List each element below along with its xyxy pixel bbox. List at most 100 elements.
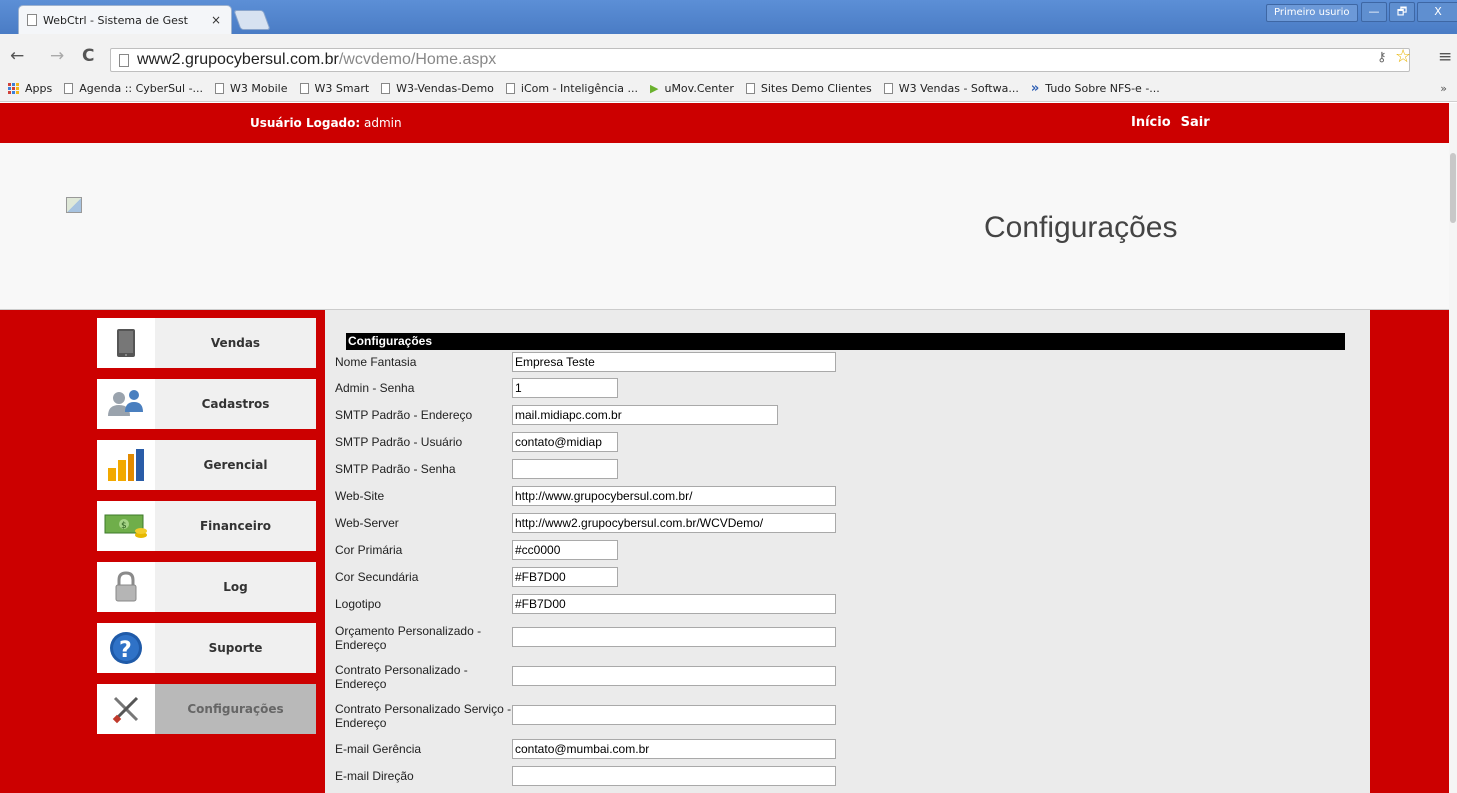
scrollbar-thumb[interactable] xyxy=(1450,153,1456,223)
form-row: Orçamento Personalizado - Endereço xyxy=(335,621,836,652)
email-gerencia-input[interactable] xyxy=(512,739,836,759)
admin-senha-input[interactable] xyxy=(512,378,618,398)
bookmark-label: uMov.Center xyxy=(664,82,734,95)
form-row: SMTP Padrão - Usuário xyxy=(335,432,618,452)
form-row: E-mail Gerência xyxy=(335,739,836,759)
web-site-input[interactable] xyxy=(512,486,836,506)
orcamento-endereco-input[interactable] xyxy=(512,627,836,647)
field-label: Nome Fantasia xyxy=(335,355,417,369)
cor-primaria-input[interactable] xyxy=(512,540,618,560)
sidebar-item-gerencial[interactable]: Gerencial xyxy=(97,440,316,490)
top-bar: Usuário Logado: admin Início Sair xyxy=(0,103,1449,143)
field-label: Orçamento Personalizado - Endereço xyxy=(335,624,482,652)
bookmark-item[interactable]: iCom - Inteligência ... xyxy=(505,82,638,95)
url-host: www2.grupocybersul.com.br xyxy=(137,51,339,68)
profile-button[interactable]: Primeiro usurio xyxy=(1266,4,1358,22)
tools-icon xyxy=(97,684,155,734)
bookmark-label: W3 Vendas - Softwa... xyxy=(898,82,1019,95)
apps-icon xyxy=(8,83,19,94)
reload-icon[interactable]: C xyxy=(82,46,94,66)
sidebar-item-log[interactable]: Log xyxy=(97,562,316,612)
bookmarks-bar: Apps Agenda :: CyberSul -... W3 Mobile W… xyxy=(0,76,1457,102)
bookmark-item[interactable]: W3 Mobile xyxy=(215,82,288,95)
bookmark-item[interactable]: W3 Vendas - Softwa... xyxy=(883,82,1019,95)
cor-secundaria-input[interactable] xyxy=(512,567,618,587)
svg-text:$: $ xyxy=(121,521,127,531)
help-icon: ? xyxy=(97,623,155,673)
settings-form: Configurações Nome Fantasia Admin - Senh… xyxy=(325,310,1370,793)
logged-user: Usuário Logado: admin xyxy=(250,116,402,130)
field-label: E-mail Direção xyxy=(335,769,414,783)
tab-title: WebCtrl - Sistema de Gest xyxy=(43,13,188,27)
bookmark-item[interactable]: ▶ uMov.Center xyxy=(650,82,734,95)
browser-menu-icon[interactable]: ≡ xyxy=(1438,47,1452,67)
logotipo-input[interactable] xyxy=(512,594,836,614)
url-path: /wcvdemo/Home.aspx xyxy=(338,51,497,68)
close-window-button[interactable]: X xyxy=(1417,2,1457,22)
field-label: Contrato Personalizado Serviço - Endereç… xyxy=(335,702,512,730)
contrato-endereco-input[interactable] xyxy=(512,666,836,686)
bookmark-item[interactable]: Sites Demo Clientes xyxy=(745,82,872,95)
bookmark-item[interactable]: » Tudo Sobre NFS-e -... xyxy=(1031,81,1160,96)
minimize-button[interactable]: — xyxy=(1361,2,1387,22)
lock-icon xyxy=(97,562,155,612)
page-icon xyxy=(745,83,755,94)
nome-fantasia-input[interactable] xyxy=(512,352,836,372)
bookmark-apps[interactable]: Apps xyxy=(8,82,52,95)
sidebar-item-label: Financeiro xyxy=(199,519,272,533)
tab-close-icon[interactable]: × xyxy=(209,13,223,27)
bookmarks-overflow-button[interactable]: » xyxy=(1440,82,1447,95)
form-row: Admin - Senha xyxy=(335,378,618,398)
address-bar[interactable]: www2.grupocybersul.com.br/wcvdemo/Home.a… xyxy=(110,48,1410,72)
page-icon xyxy=(27,14,37,26)
bookmark-label: iCom - Inteligência ... xyxy=(520,82,638,95)
form-row: SMTP Padrão - Senha xyxy=(335,459,618,479)
logo-image xyxy=(66,197,82,213)
bookmark-item[interactable]: W3 Smart xyxy=(299,82,370,95)
forward-icon[interactable]: → xyxy=(50,46,64,66)
field-label: SMTP Padrão - Senha xyxy=(335,462,456,476)
page-scrollbar[interactable] xyxy=(1449,103,1457,793)
browser-toolbar: ← → C www2.grupocybersul.com.br/wcvdemo/… xyxy=(0,34,1457,76)
bookmark-star-icon[interactable]: ☆ xyxy=(1395,46,1411,67)
form-row: Contrato Personalizado - Endereço xyxy=(335,660,836,691)
form-row: Contrato Personalizado Serviço - Endereç… xyxy=(335,699,836,730)
arrow-blue-icon: » xyxy=(1030,81,1040,96)
sidebar-item-vendas[interactable]: Vendas xyxy=(97,318,316,368)
bookmark-label: W3 Smart xyxy=(314,82,370,95)
bookmark-label: Agenda :: CyberSul -... xyxy=(79,82,204,95)
web-server-input[interactable] xyxy=(512,513,836,533)
smtp-senha-input[interactable] xyxy=(512,459,618,479)
browser-tab[interactable]: WebCtrl - Sistema de Gest × xyxy=(18,5,232,34)
new-tab-button[interactable] xyxy=(233,10,271,30)
sidebar-item-configuracoes[interactable]: Configurações xyxy=(97,684,316,734)
form-row: Cor Primária xyxy=(335,540,618,560)
field-label: Web-Server xyxy=(335,516,399,530)
logout-link[interactable]: Sair xyxy=(1181,115,1210,130)
home-link[interactable]: Início xyxy=(1131,115,1171,130)
sidebar-item-financeiro[interactable]: $ Financeiro xyxy=(97,501,316,551)
restore-button[interactable]: 🗗 xyxy=(1389,2,1415,22)
email-direcao-input[interactable] xyxy=(512,766,836,786)
sidebar-item-suporte[interactable]: ? Suporte xyxy=(97,623,316,673)
bookmark-label: Tudo Sobre NFS-e -... xyxy=(1045,82,1160,95)
contrato-servico-endereco-input[interactable] xyxy=(512,705,836,725)
bookmark-label: W3 Mobile xyxy=(230,82,288,95)
bookmark-item[interactable]: Agenda :: CyberSul -... xyxy=(64,82,203,95)
page-icon xyxy=(64,83,74,94)
key-icon[interactable]: ⚷ xyxy=(1377,50,1387,65)
form-row: Cor Secundária xyxy=(335,567,618,587)
page-icon xyxy=(215,83,225,94)
smtp-usuario-input[interactable] xyxy=(512,432,618,452)
back-icon[interactable]: ← xyxy=(10,46,24,66)
field-label: SMTP Padrão - Endereço xyxy=(335,408,473,422)
logged-user-label: Usuário Logado: xyxy=(250,116,361,130)
smtp-endereco-input[interactable] xyxy=(512,405,778,425)
sidebar-item-cadastros[interactable]: Cadastros xyxy=(97,379,316,429)
browser-tabstrip: WebCtrl - Sistema de Gest × Primeiro usu… xyxy=(0,0,1457,34)
bookmark-label: Apps xyxy=(25,82,53,95)
field-label: Logotipo xyxy=(335,597,382,611)
bookmark-item[interactable]: W3-Vendas-Demo xyxy=(381,82,494,95)
field-label: Admin - Senha xyxy=(335,381,415,395)
page-icon xyxy=(299,83,309,94)
